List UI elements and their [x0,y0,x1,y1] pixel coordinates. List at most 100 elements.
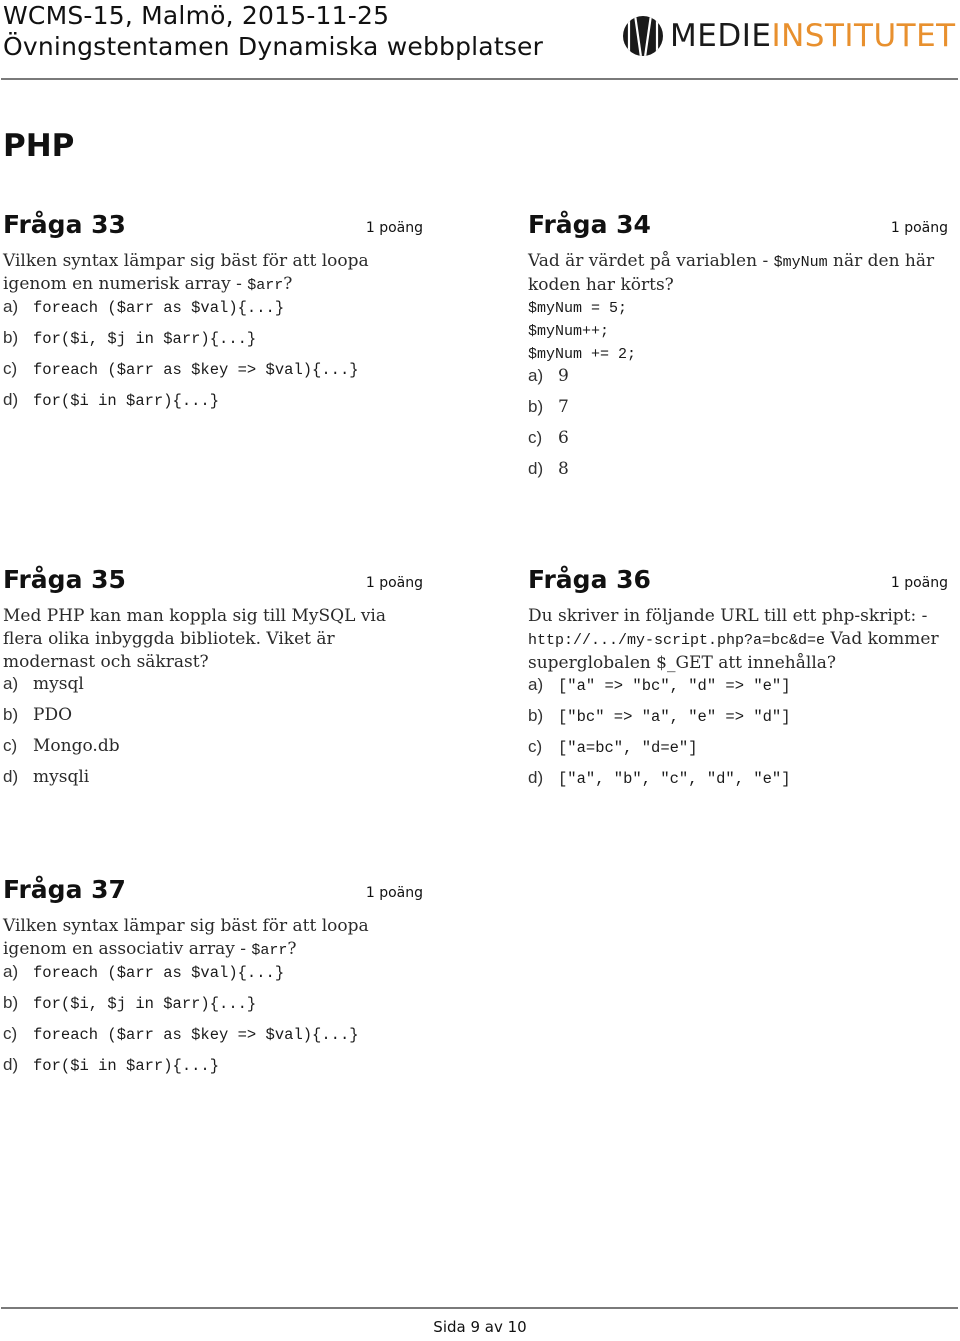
answer-option-c: c) foreach ($arr as $key => $val){...} [3,1024,423,1055]
option-value: for($i in $arr){...} [33,1057,220,1075]
answer-option-a: a) mysql [3,674,423,705]
option-value: foreach ($arr as $val){...} [33,299,285,317]
question-35: Fråga 35 1 poäng Med PHP kan man koppla … [3,565,423,798]
question-34: Fråga 34 1 poäng Vad är värdet på variab… [528,210,948,490]
answer-option-a: a) ["a" => "bc", "d" => "e"] [528,675,948,706]
answer-option-d: d) mysqli [3,767,423,798]
option-letter: a) [3,674,19,693]
option-letter: d) [3,390,19,409]
option-value: for($i, $j in $arr){...} [33,995,257,1013]
question-text-part: ? [283,274,293,294]
question-points: 1 poäng [365,575,423,591]
option-letter: b) [3,705,19,724]
option-value: ["bc" => "a", "e" => "d"] [558,708,791,726]
option-value: foreach ($arr as $key => $val){...} [33,361,359,379]
question-title: Fråga 36 [528,565,651,594]
option-value: mysqli [33,767,90,787]
question-text: Med PHP kan man koppla sig till MySQL vi… [3,606,386,672]
question-title: Fråga 35 [3,565,126,594]
answer-option-b: b) 7 [528,397,948,428]
inline-code: $arr [251,942,288,959]
header-divider [1,78,958,80]
option-value: foreach ($arr as $key => $val){...} [33,1026,359,1044]
option-value: foreach ($arr as $val){...} [33,964,285,982]
option-letter: a) [528,675,544,694]
option-letter: c) [3,359,18,378]
option-letter: a) [3,297,19,316]
medieinstitutet-logo: MEDIE INSTITUTET [622,13,956,59]
page-number: Sida 9 av 10 [433,1318,527,1336]
inline-code: $myNum [773,254,828,271]
option-value: ["a=bc", "d=e"] [558,739,698,757]
question-title: Fråga 33 [3,210,126,239]
option-letter: c) [3,1024,18,1043]
question-points: 1 poäng [890,575,948,591]
answer-option-c: c) ["a=bc", "d=e"] [528,737,948,768]
option-value: 9 [558,366,569,386]
question-text-part: Du skriver in följande URL till ett php-… [528,606,928,626]
question-text: Vilken syntax lämpar sig bäst för att lo… [3,250,423,297]
question-text-part: Vilken syntax lämpar sig bäst för att lo… [3,916,369,959]
option-letter: b) [528,397,544,416]
option-value: 8 [558,459,569,479]
medieinstitutet-logo-icon [623,16,663,56]
answer-option-c: c) 6 [528,428,948,459]
option-value: mysql [33,674,84,694]
option-value: ["a" => "bc", "d" => "e"] [558,677,791,695]
answer-option-d: d) 8 [528,459,948,490]
option-value: Mongo.db [33,736,120,756]
inline-code: http://.../my-script.php?a=bc&d=e [528,632,826,649]
question-text-part: ? [287,939,297,959]
answer-option-d: d) ["a", "b", "c", "d", "e"] [528,768,948,799]
option-value: 6 [558,428,569,448]
question-36: Fråga 36 1 poäng Du skriver in följande … [528,565,948,799]
code-line: $myNum += 2; [528,346,637,363]
question-points: 1 poäng [890,220,948,236]
option-letter: b) [528,706,544,725]
question-title: Fråga 34 [528,210,651,239]
option-value: for($i in $arr){...} [33,392,220,410]
question-points: 1 poäng [365,220,423,236]
code-line: $myNum++; [528,323,610,340]
footer-divider [1,1307,958,1309]
question-33: Fråga 33 1 poäng Vilken syntax lämpar si… [3,210,423,421]
option-letter: b) [3,328,19,347]
question-text: Vilken syntax lämpar sig bäst för att lo… [3,915,423,962]
question-37: Fråga 37 1 poäng Vilken syntax lämpar si… [3,875,423,1086]
option-value: for($i, $j in $arr){...} [33,330,257,348]
answer-option-a: a) foreach ($arr as $val){...} [3,962,423,993]
question-points: 1 poäng [365,885,423,901]
option-letter: c) [3,736,18,755]
answer-option-c: c) foreach ($arr as $key => $val){...} [3,359,423,390]
option-letter: c) [528,428,543,447]
answer-option-a: a) 9 [528,366,948,397]
option-letter: a) [528,366,544,385]
option-value: PDO [33,705,73,725]
option-letter: b) [3,993,19,1012]
answer-option-b: b) PDO [3,705,423,736]
answer-option-b: b) for($i, $j in $arr){...} [3,328,423,359]
answer-option-d: d) for($i in $arr){...} [3,1055,423,1086]
logo-text-medie: MEDIE [670,18,772,54]
code-line: $myNum = 5; [528,300,628,317]
document-title-line1: WCMS-15, Malmö, 2015-11-25 [3,1,390,30]
question-title: Fråga 37 [3,875,126,904]
option-letter: d) [3,767,19,786]
answer-option-c: c) Mongo.db [3,736,423,767]
option-value: ["a", "b", "c", "d", "e"] [558,770,791,788]
question-text-part: Vilken syntax lämpar sig bäst för att lo… [3,251,369,294]
answer-option-b: b) for($i, $j in $arr){...} [3,993,423,1024]
page-header: WCMS-15, Malmö, 2015-11-25 Övningstentam… [0,0,960,80]
document-title: WCMS-15, Malmö, 2015-11-25 Övningstentam… [3,0,543,62]
option-letter: d) [528,768,544,787]
inline-code: $arr [247,277,284,294]
option-letter: a) [3,962,19,981]
document-title-line2: Övningstentamen Dynamiska webbplatser [3,32,544,61]
option-letter: d) [3,1055,19,1074]
answer-option-a: a) foreach ($arr as $val){...} [3,297,423,328]
logo-text-institutet: INSTITUTET [771,18,956,54]
answer-option-b: b) ["bc" => "a", "e" => "d"] [528,706,948,737]
option-letter: d) [528,459,544,478]
section-title: PHP [3,128,75,164]
option-letter: c) [528,737,543,756]
